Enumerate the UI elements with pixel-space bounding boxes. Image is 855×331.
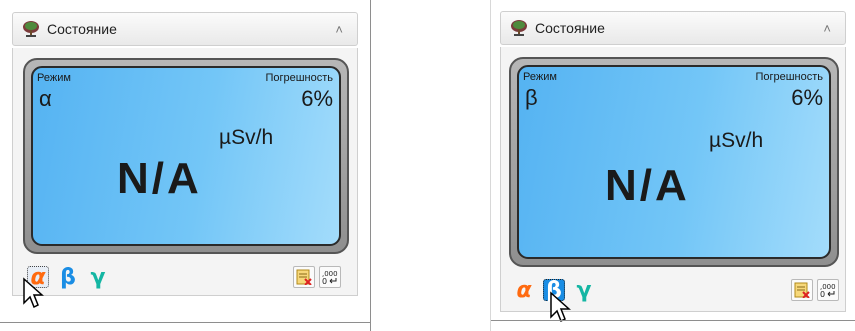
reading-value: N/A bbox=[117, 154, 202, 203]
number-format-icon[interactable]: ,000 0 bbox=[817, 279, 839, 301]
tree-icon bbox=[21, 19, 41, 39]
lcd-frame: Режим Погрешность α 6% µSv/h N/A bbox=[23, 58, 349, 254]
gamma-mode-button[interactable]: γ bbox=[87, 265, 109, 290]
beta-mode-button[interactable]: β bbox=[57, 265, 79, 290]
number-format-icon[interactable]: ,000 0 bbox=[319, 266, 341, 288]
panel-header[interactable]: Состояние ˄ bbox=[500, 11, 846, 45]
panel-body: Режим Погрешность β 6% µSv/h N/A α β γ ,… bbox=[500, 47, 846, 312]
mode-label: Режим bbox=[523, 71, 557, 83]
mode-label: Режим bbox=[37, 72, 71, 84]
chevron-up-icon[interactable]: ˄ bbox=[823, 21, 831, 36]
unit-label: µSv/h bbox=[709, 129, 764, 152]
mode-value: α bbox=[39, 86, 52, 111]
error-value: 6% bbox=[301, 86, 333, 111]
error-label: Погрешность bbox=[265, 72, 333, 84]
unit-label: µSv/h bbox=[219, 126, 274, 149]
chevron-up-icon[interactable]: ˄ bbox=[335, 22, 343, 37]
panel-header[interactable]: Состояние ˄ bbox=[12, 12, 358, 46]
mouse-cursor-icon bbox=[23, 277, 44, 309]
svg-text:0: 0 bbox=[820, 290, 825, 298]
status-panel-alpha: Состояние ˄ Режим Погрешность α 6% µSv/h… bbox=[0, 0, 371, 331]
panel-body: Режим Погрешность α 6% µSv/h N/A α β γ ,… bbox=[12, 48, 358, 296]
clear-log-icon[interactable] bbox=[791, 279, 813, 301]
alpha-mode-button[interactable]: α bbox=[513, 278, 535, 303]
lcd-display: Режим Погрешность α 6% µSv/h N/A bbox=[31, 66, 341, 246]
clear-log-icon[interactable] bbox=[293, 266, 315, 288]
lcd-frame: Режим Погрешность β 6% µSv/h N/A bbox=[509, 57, 839, 267]
svg-text:0: 0 bbox=[322, 277, 327, 285]
tree-icon bbox=[509, 18, 529, 38]
panel-title: Состояние bbox=[47, 21, 117, 37]
status-panel-beta: Состояние ˄ Режим Погрешность β 6% µSv/h… bbox=[490, 0, 855, 331]
panel-title: Состояние bbox=[535, 20, 605, 36]
error-value: 6% bbox=[791, 85, 823, 110]
reading-value: N/A bbox=[605, 161, 690, 210]
mode-value: β bbox=[525, 85, 538, 110]
lcd-display: Режим Погрешность β 6% µSv/h N/A bbox=[517, 65, 831, 259]
gamma-mode-button[interactable]: γ bbox=[573, 278, 595, 303]
error-label: Погрешность bbox=[755, 71, 823, 83]
